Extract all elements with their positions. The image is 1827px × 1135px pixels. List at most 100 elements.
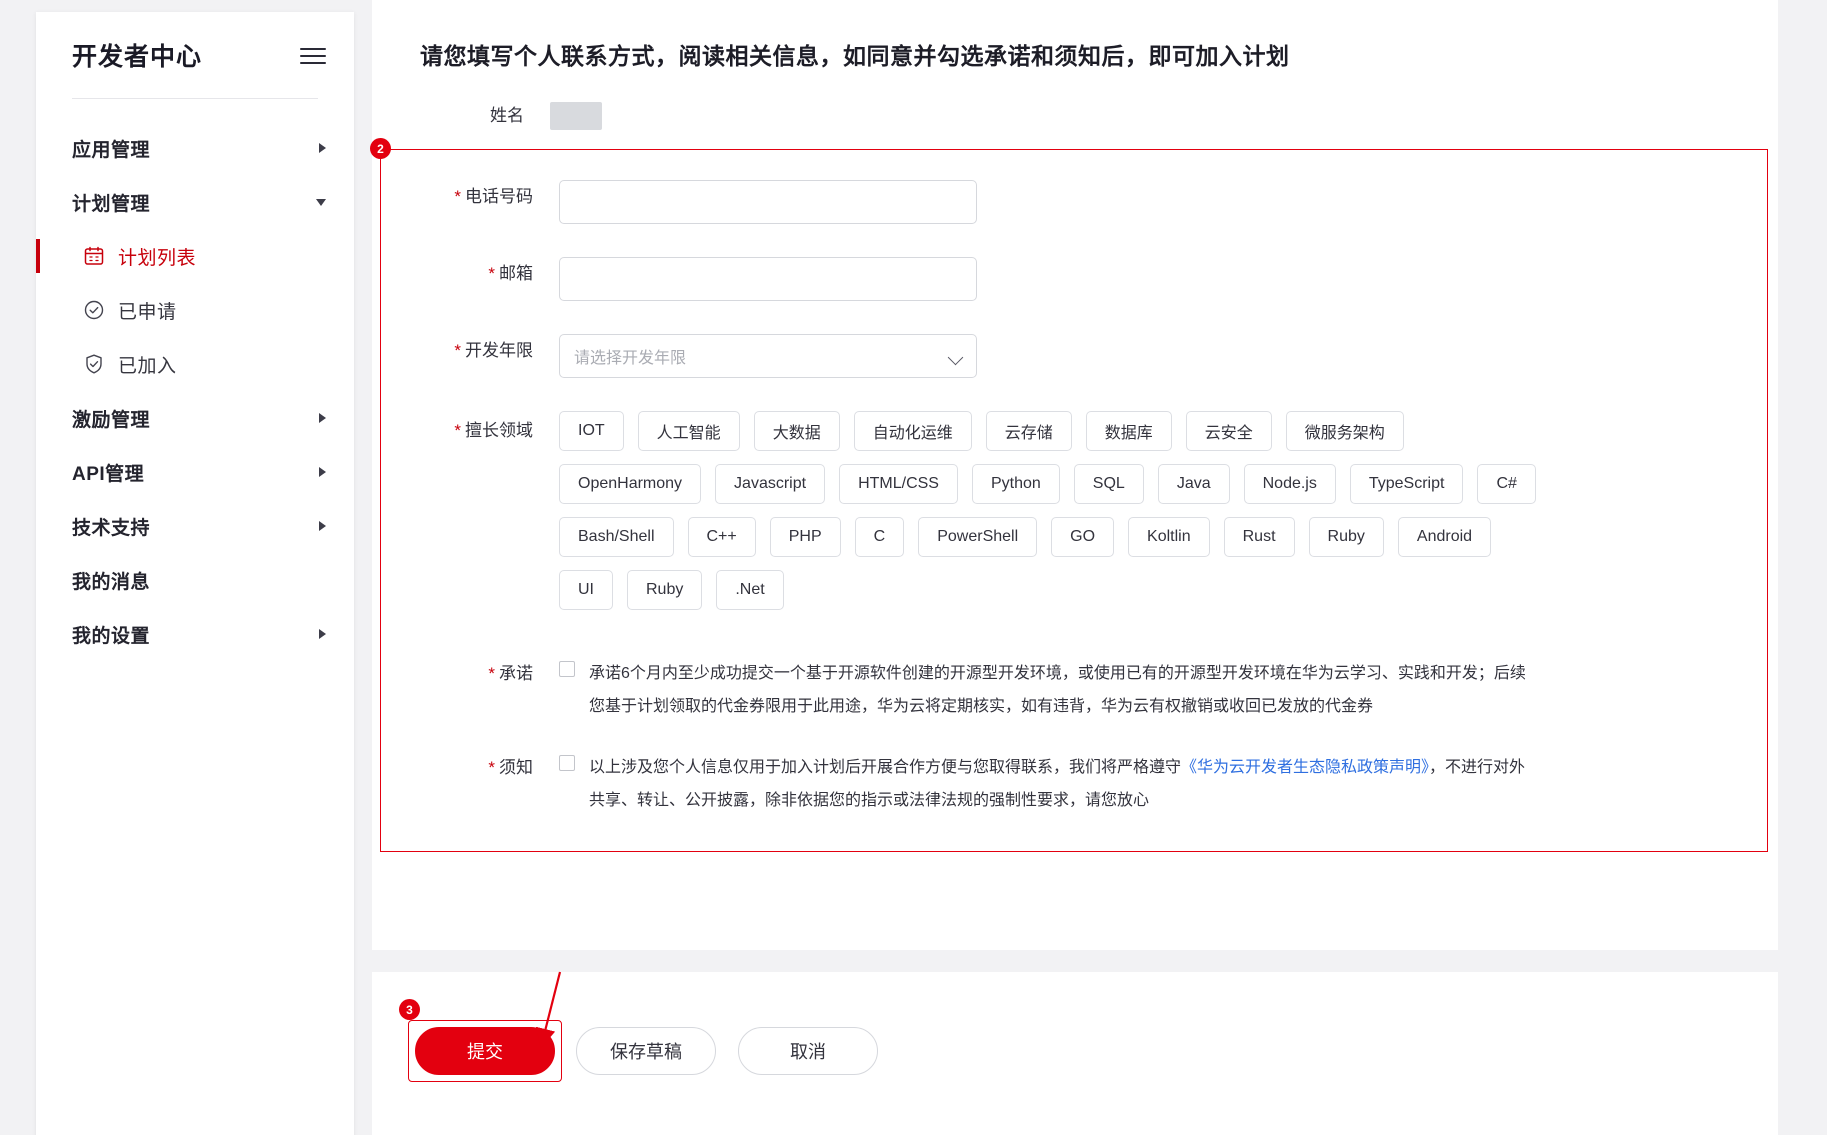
chevron-right-icon xyxy=(319,521,326,531)
page-title: 请您填写个人联系方式，阅读相关信息，如同意并勾选承诺和须知后，即可加入计划 xyxy=(420,43,1290,70)
skill-tag[interactable]: C xyxy=(854,517,905,558)
notice-text-before: 以上涉及您个人信息仅用于加入计划后开展合作方便与您取得联系，我们将严格遵守 xyxy=(589,759,1182,777)
sidebar-item-plan-list[interactable]: 计划列表 xyxy=(36,229,354,283)
sidebar-title: 开发者中心 xyxy=(72,43,203,71)
required-asterisk: * xyxy=(488,758,495,778)
skill-tag[interactable]: Rust xyxy=(1223,517,1295,558)
check-circle-icon xyxy=(84,300,104,320)
chevron-right-icon xyxy=(319,467,326,477)
notice-text: 以上涉及您个人信息仅用于加入计划后开展合作方便与您取得联系，我们将严格遵守《华为… xyxy=(589,751,1539,817)
dev-years-label: * 开发年限 xyxy=(454,341,533,361)
field-row-phone: * 电话号码 xyxy=(381,180,1767,225)
app-root: 开发者中心 应用管理 计划管理 计划列表 已申请 已加入 激励管理 API管理 … xyxy=(0,0,1827,1135)
cancel-button[interactable]: 取消 xyxy=(738,1027,878,1075)
skill-tag[interactable]: Javascript xyxy=(715,464,826,505)
skill-tag[interactable]: Ruby xyxy=(1308,517,1384,558)
sidebar-item-label: API管理 xyxy=(72,463,145,485)
skill-tag[interactable]: OpenHarmony xyxy=(559,464,702,505)
notice-checkbox-row: 以上涉及您个人信息仅用于加入计划后开展合作方便与您取得联系，我们将严格遵守《华为… xyxy=(559,751,1539,817)
skill-tag[interactable]: Bash/Shell xyxy=(559,517,674,558)
sidebar-item-label: 计划管理 xyxy=(72,193,151,215)
sidebar-nav: 应用管理 计划管理 计划列表 已申请 已加入 激励管理 API管理 技术支持 我… xyxy=(36,99,354,661)
sidebar-item-label: 我的设置 xyxy=(72,625,151,647)
sidebar-item-plan-management[interactable]: 计划管理 xyxy=(36,175,354,229)
field-row-skills: * 擅长领域 IOT 人工智能 大数据 自动化运维 云存储 数据库 云安全 微服务… xyxy=(381,411,1767,623)
hamburger-icon[interactable] xyxy=(300,45,326,65)
action-bar: 3 提交 保存草稿 取消 xyxy=(372,972,1778,1082)
skill-tag[interactable]: Android xyxy=(1397,517,1492,558)
dev-years-select[interactable]: 请选择开发年限 xyxy=(559,334,977,379)
skill-tag[interactable]: GO xyxy=(1051,517,1115,558)
commitment-checkbox[interactable] xyxy=(559,661,575,678)
submit-button[interactable]: 提交 xyxy=(415,1027,555,1075)
skill-tag[interactable]: Java xyxy=(1157,464,1230,505)
chevron-right-icon xyxy=(319,143,326,153)
commitment-text: 承诺6个月内至少成功提交一个基于开源软件创建的开源型开发环境，或使用已有的开源型… xyxy=(589,665,1526,716)
sidebar-item-label: 我的消息 xyxy=(72,571,151,593)
required-asterisk: * xyxy=(454,421,461,441)
sidebar-item-label: 激励管理 xyxy=(72,409,151,431)
name-value-masked xyxy=(550,102,602,131)
sidebar-item-app-management[interactable]: 应用管理 xyxy=(36,121,354,175)
skill-tag[interactable]: TypeScript xyxy=(1349,464,1464,505)
skill-tag[interactable]: 数据库 xyxy=(1085,411,1172,452)
skill-tag[interactable]: C# xyxy=(1477,464,1536,505)
action-bar-card: 3 提交 保存草稿 取消 xyxy=(372,972,1778,1135)
sidebar-item-joined[interactable]: 已加入 xyxy=(36,337,354,391)
sidebar-item-api-management[interactable]: API管理 xyxy=(36,445,354,499)
skill-tag[interactable]: 自动化运维 xyxy=(853,411,972,452)
commitment-checkbox-row: 承诺6个月内至少成功提交一个基于开源软件创建的开源型开发环境，或使用已有的开源型… xyxy=(559,657,1539,723)
notice-label: * 须知 xyxy=(488,758,533,778)
skill-tag[interactable]: SQL xyxy=(1073,464,1144,505)
notice-checkbox[interactable] xyxy=(559,755,575,772)
field-row-email: * 邮箱 xyxy=(381,257,1767,302)
field-row-dev-years: * 开发年限 请选择开发年限 xyxy=(381,334,1767,379)
save-draft-button[interactable]: 保存草稿 xyxy=(576,1027,716,1075)
annotation-badge-2: 2 xyxy=(370,138,391,160)
skill-tag[interactable]: Node.js xyxy=(1243,464,1336,505)
skills-label: * 擅长领域 xyxy=(454,421,533,441)
required-asterisk: * xyxy=(488,664,495,684)
phone-label: * 电话号码 xyxy=(454,187,533,207)
skill-tag[interactable]: 人工智能 xyxy=(637,411,740,452)
sidebar-item-incentive-management[interactable]: 激励管理 xyxy=(36,391,354,445)
field-row-name: 姓名 xyxy=(372,99,1778,133)
sidebar-item-applied[interactable]: 已申请 xyxy=(36,283,354,337)
skill-tag[interactable]: Python xyxy=(971,464,1060,505)
privacy-policy-link[interactable]: 《华为云开发者生态隐私政策声明》 xyxy=(1181,759,1429,776)
form-card: 请您填写个人联系方式，阅读相关信息，如同意并勾选承诺和须知后，即可加入计划 姓名… xyxy=(370,0,1778,950)
highlight-region-form: 2 * 电话号码 * 邮箱 * 开发年限 请选择开发年限 * 擅长领域 IOT … xyxy=(370,138,1768,853)
sidebar-item-label: 已申请 xyxy=(118,301,177,323)
skill-tag[interactable]: .Net xyxy=(716,570,784,611)
sidebar-item-label: 计划列表 xyxy=(118,247,197,269)
skill-tag[interactable]: IOT xyxy=(559,411,624,452)
skill-tag[interactable]: HTML/CSS xyxy=(839,464,958,505)
skill-tag[interactable]: 云存储 xyxy=(985,411,1072,452)
email-label: * 邮箱 xyxy=(488,264,533,284)
skill-tag[interactable]: PHP xyxy=(769,517,841,558)
dev-years-select-wrapper: 请选择开发年限 xyxy=(559,334,977,379)
chevron-down-icon xyxy=(316,198,326,206)
sidebar-header: 开发者中心 xyxy=(36,12,354,98)
required-asterisk: * xyxy=(454,187,461,207)
skill-tag[interactable]: Ruby xyxy=(627,570,703,611)
required-asterisk: * xyxy=(454,341,461,361)
annotation-badge-3: 3 xyxy=(399,999,420,1020)
field-row-commitment: * 承诺 承诺6个月内至少成功提交一个基于开源软件创建的开源型开发环境，或使用已有… xyxy=(381,657,1767,723)
skill-tag[interactable]: UI xyxy=(559,570,613,611)
skill-tag-list: IOT 人工智能 大数据 自动化运维 云存储 数据库 云安全 微服务架构 Ope… xyxy=(559,411,1569,623)
skill-tag[interactable]: 云安全 xyxy=(1185,411,1272,452)
skill-tag[interactable]: PowerShell xyxy=(918,517,1038,558)
skill-tag[interactable]: Koltlin xyxy=(1128,517,1210,558)
sidebar-item-label: 应用管理 xyxy=(72,139,151,161)
sidebar-item-tech-support[interactable]: 技术支持 xyxy=(36,499,354,553)
highlight-region-submit: 3 提交 xyxy=(399,999,562,1082)
skill-tag[interactable]: C++ xyxy=(687,517,756,558)
sidebar-item-my-messages[interactable]: 我的消息 xyxy=(36,553,354,607)
required-asterisk: * xyxy=(488,264,495,284)
sidebar-item-my-settings[interactable]: 我的设置 xyxy=(36,607,354,661)
email-input[interactable] xyxy=(559,257,977,302)
phone-input[interactable] xyxy=(559,180,977,225)
skill-tag[interactable]: 大数据 xyxy=(753,411,840,452)
skill-tag[interactable]: 微服务架构 xyxy=(1285,411,1404,452)
